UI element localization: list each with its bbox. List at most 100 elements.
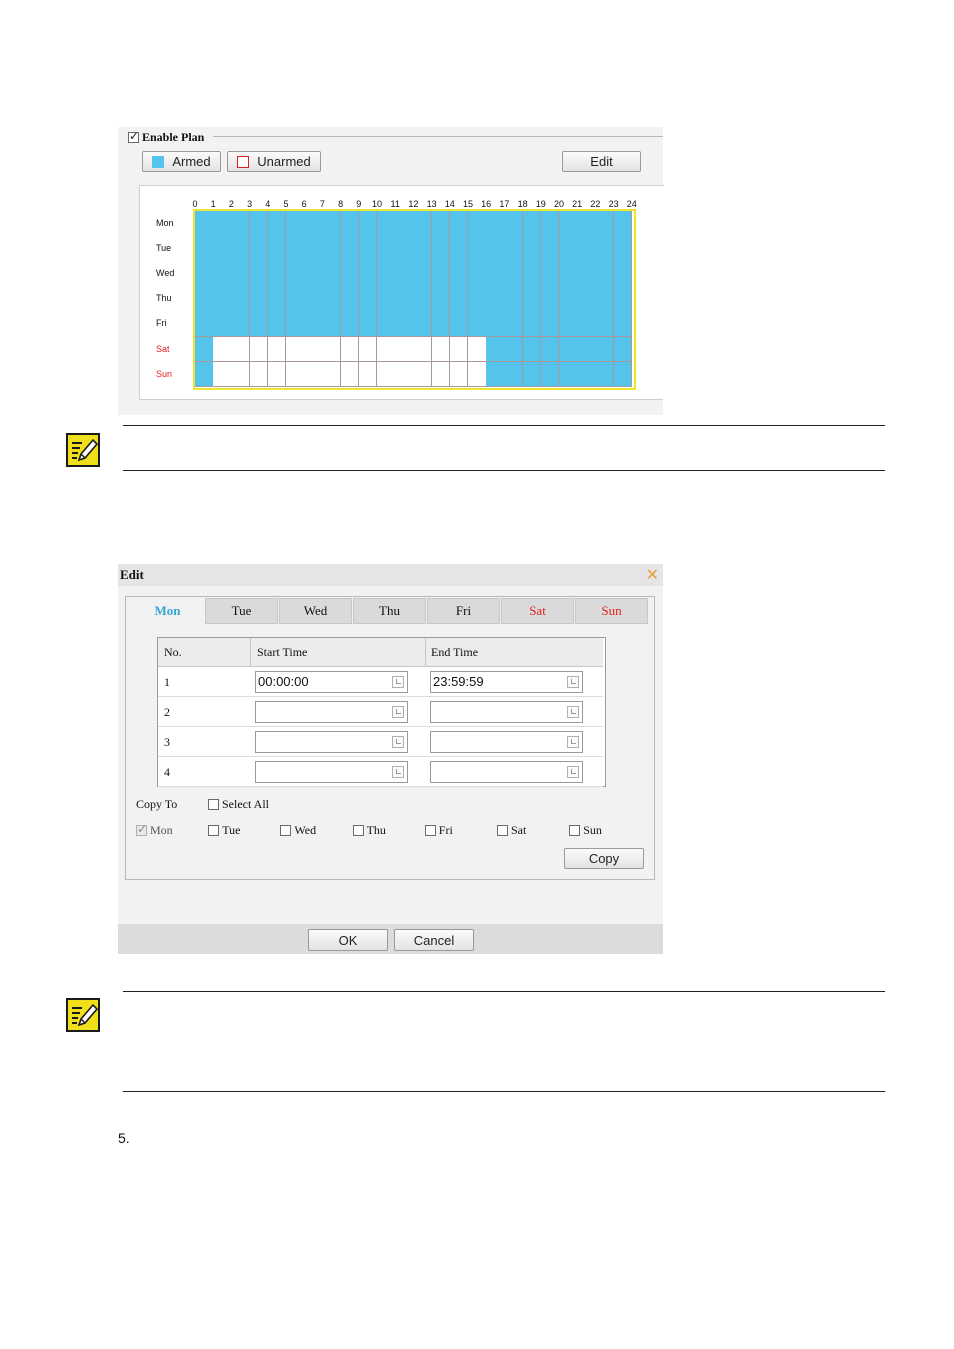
schedule-cell[interactable] (504, 361, 524, 388)
schedule-cell[interactable] (322, 261, 342, 287)
schedule-cell[interactable] (249, 336, 269, 363)
copy-day-checkbox[interactable] (280, 825, 292, 836)
schedule-cell[interactable] (504, 286, 524, 312)
schedule-cell[interactable] (486, 336, 505, 363)
schedule-cell[interactable] (213, 361, 232, 388)
schedule-cell[interactable] (559, 211, 578, 237)
schedule-cell[interactable] (595, 336, 615, 363)
schedule-cell[interactable] (322, 236, 342, 262)
schedule-cell[interactable] (249, 211, 269, 237)
clock-icon[interactable] (567, 676, 579, 688)
copy-day-wed[interactable]: Wed (280, 823, 316, 838)
schedule-cell[interactable] (322, 361, 342, 388)
schedule-cell[interactable] (595, 211, 615, 237)
schedule-cell[interactable] (231, 261, 251, 287)
schedule-cell[interactable] (559, 361, 578, 388)
schedule-cell[interactable] (577, 336, 596, 363)
schedule-cell[interactable] (231, 211, 251, 237)
schedule-cell[interactable] (413, 311, 433, 337)
clock-icon[interactable] (392, 706, 404, 718)
schedule-cell[interactable] (431, 261, 451, 287)
schedule-cell[interactable] (613, 211, 633, 237)
schedule-cell[interactable] (540, 361, 560, 388)
clock-icon[interactable] (392, 676, 404, 688)
schedule-cell[interactable] (486, 236, 505, 262)
schedule-cell[interactable] (522, 286, 542, 312)
schedule-cell[interactable] (304, 361, 323, 388)
schedule-cell[interactable] (286, 286, 305, 312)
schedule-cell[interactable] (231, 336, 251, 363)
copy-day-checkbox[interactable] (569, 825, 581, 836)
schedule-cell[interactable] (322, 311, 342, 337)
schedule-cell[interactable] (559, 261, 578, 287)
schedule-cell[interactable] (486, 361, 505, 388)
schedule-cell[interactable] (286, 211, 305, 237)
schedule-cell[interactable] (377, 361, 396, 388)
schedule-cell[interactable] (577, 286, 596, 312)
schedule-cell[interactable] (377, 336, 396, 363)
schedule-cell[interactable] (540, 311, 560, 337)
schedule-cell[interactable] (595, 261, 615, 287)
schedule-cell[interactable] (195, 286, 214, 312)
schedule-cell[interactable] (613, 261, 633, 287)
clock-icon[interactable] (392, 736, 404, 748)
schedule-cell[interactable] (595, 236, 615, 262)
schedule-cell[interactable] (431, 361, 451, 388)
schedule-cell[interactable] (358, 311, 378, 337)
schedule-cell[interactable] (413, 361, 433, 388)
schedule-cell[interactable] (340, 286, 360, 312)
schedule-cell[interactable] (267, 336, 287, 363)
copy-day-checkbox[interactable] (208, 825, 220, 836)
schedule-cell[interactable] (195, 361, 214, 388)
clock-icon[interactable] (567, 706, 579, 718)
schedule-cell[interactable] (559, 336, 578, 363)
schedule-cell[interactable] (249, 261, 269, 287)
tab-mon[interactable]: Mon (131, 598, 204, 624)
schedule-cell[interactable] (231, 361, 251, 388)
schedule-cell[interactable] (595, 286, 615, 312)
schedule-cell[interactable] (304, 236, 323, 262)
clock-icon[interactable] (567, 766, 579, 778)
schedule-cell[interactable] (286, 311, 305, 337)
schedule-cell[interactable] (377, 311, 396, 337)
schedule-cell[interactable] (577, 361, 596, 388)
copy-day-sat[interactable]: Sat (497, 823, 526, 838)
schedule-cell[interactable] (449, 311, 469, 337)
copy-day-checkbox[interactable] (424, 825, 436, 836)
schedule-cell[interactable] (340, 211, 360, 237)
end-time-input[interactable] (430, 761, 583, 783)
schedule-cell[interactable] (468, 311, 487, 337)
copy-day-checkbox[interactable] (136, 822, 147, 836)
schedule-cell[interactable] (358, 211, 378, 237)
schedule-cell[interactable] (413, 236, 433, 262)
copy-button[interactable]: Copy (564, 848, 644, 869)
schedule-cell[interactable] (540, 211, 560, 237)
schedule-cell[interactable] (195, 261, 214, 287)
armed-button[interactable]: Armed (142, 151, 221, 172)
schedule-cell[interactable] (449, 236, 469, 262)
schedule-cell[interactable] (231, 286, 251, 312)
schedule-cell[interactable] (322, 211, 342, 237)
schedule-cell[interactable] (577, 211, 596, 237)
schedule-cell[interactable] (395, 236, 414, 262)
end-time-input[interactable] (430, 701, 583, 723)
schedule-cell[interactable] (559, 286, 578, 312)
schedule-cell[interactable] (522, 261, 542, 287)
schedule-cell[interactable] (468, 261, 487, 287)
schedule-cell[interactable] (195, 336, 214, 363)
schedule-cell[interactable] (449, 336, 469, 363)
schedule-cell[interactable] (504, 311, 524, 337)
schedule-cell[interactable] (267, 311, 287, 337)
copy-day-sun[interactable]: Sun (569, 823, 602, 838)
schedule-cell[interactable] (431, 211, 451, 237)
copy-day-fri[interactable]: Fri (424, 823, 453, 838)
schedule-cell[interactable] (213, 236, 232, 262)
enable-plan-toggle[interactable]: Enable Plan (128, 129, 208, 145)
schedule-cell[interactable] (249, 311, 269, 337)
schedule-cell[interactable] (304, 336, 323, 363)
schedule-cell[interactable] (449, 286, 469, 312)
schedule-cell[interactable] (613, 236, 633, 262)
schedule-cell[interactable] (613, 286, 633, 312)
schedule-cell[interactable] (577, 236, 596, 262)
select-all-checkbox[interactable] (208, 799, 219, 810)
